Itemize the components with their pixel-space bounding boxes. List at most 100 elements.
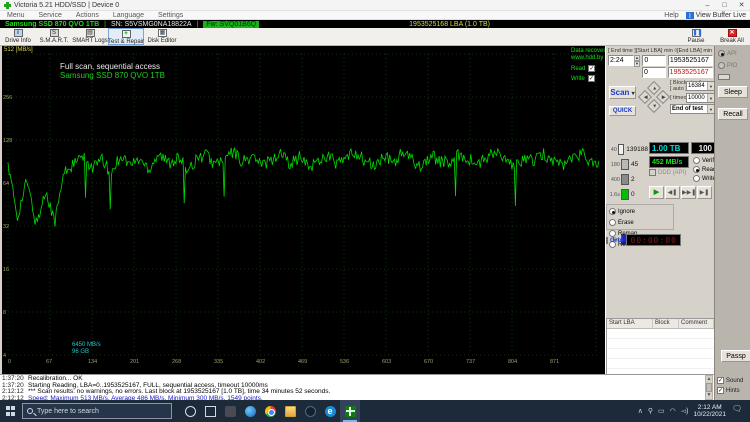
start-button[interactable] [0, 400, 22, 422]
timeout-select[interactable]: 10000 ▼ [686, 93, 715, 103]
start-lba-input[interactable]: 0 [642, 55, 666, 66]
smart-logs-button[interactable]: ▤ SMART Logs [72, 28, 108, 45]
victoria-taskbar-icon[interactable] [340, 400, 360, 422]
end-time-spinner[interactable]: ▲ ▼ [633, 55, 641, 67]
break-all-button[interactable]: ✕ Break All [714, 28, 750, 45]
end-action-select[interactable]: End of test ▼ [670, 104, 715, 114]
erase-radio[interactable] [609, 219, 616, 226]
verify-radio[interactable] [693, 157, 700, 164]
minimize-button[interactable]: – [699, 0, 716, 11]
skip-forward-button[interactable]: ▶▶❚ [681, 186, 696, 199]
read-radio[interactable] [693, 166, 700, 173]
read-checkbox-row[interactable]: Read [571, 65, 604, 72]
chrome-taskbar-icon[interactable] [260, 400, 280, 422]
app-taskbar-icon[interactable] [220, 400, 240, 422]
svg-text:32: 32 [3, 224, 9, 230]
write-radio[interactable] [693, 175, 700, 182]
menu-help[interactable]: Help [657, 12, 685, 19]
ignore-radio[interactable] [609, 208, 616, 215]
api-radio[interactable] [718, 50, 725, 57]
menu-item-actions[interactable]: Actions [69, 12, 106, 19]
edge-sphere-taskbar-icon[interactable] [240, 400, 260, 422]
lba-jump-pad: ▲ ◀ ▶ ▼ [637, 80, 671, 114]
action-radio-ignore[interactable]: Ignore [609, 206, 642, 217]
start-lba-current[interactable]: 0 [642, 67, 666, 78]
block-size-select[interactable]: 16384 ▼ [686, 81, 715, 91]
menu-item-service[interactable]: Service [32, 12, 69, 19]
pause-button[interactable]: ❚❚ Pause [678, 28, 714, 45]
end-lba-input[interactable]: 1953525167 [667, 55, 713, 66]
legend-block-icon [621, 189, 629, 200]
disk-editor-button[interactable]: ▦ Disk Editor [144, 28, 180, 45]
ddd-api-checkbox[interactable] [649, 169, 656, 176]
recall-button[interactable]: Recall [718, 108, 748, 120]
legend-block-icon [617, 144, 625, 155]
action-radio-erase[interactable]: Erase [609, 217, 642, 228]
hddby-link[interactable]: www.hdd.by [571, 55, 604, 62]
play-button[interactable]: ▶ [649, 186, 664, 199]
sound-checkbox-row[interactable]: Sound [717, 377, 743, 384]
column-header-block[interactable]: Block [653, 319, 679, 328]
event-log[interactable]: 1:37:20 Recalibration... OK 1:37:20 Startin… [0, 374, 714, 401]
sound-checkbox[interactable] [717, 377, 724, 384]
column-header-start-lba[interactable]: Start LBA [607, 319, 653, 328]
windows-logo-icon [6, 406, 16, 416]
menu-item-language[interactable]: Language [106, 12, 151, 19]
grid-checkbox[interactable] [606, 236, 608, 244]
pio-radio-row[interactable]: PIO [715, 61, 750, 70]
svg-text:134: 134 [88, 359, 97, 365]
step-back-button[interactable]: ◀❚ [665, 186, 680, 199]
end-lba-current[interactable]: 1953525167 [667, 67, 713, 78]
taskview-taskbar-icon[interactable] [200, 400, 220, 422]
drive-info-button[interactable]: i Drive Info [0, 28, 36, 45]
api-radio-row[interactable]: API [715, 49, 750, 58]
explorer-taskbar-icon[interactable] [280, 400, 300, 422]
read-checkbox[interactable] [588, 65, 596, 72]
network-icon[interactable]: ◠ [670, 407, 676, 415]
write-checkbox[interactable] [587, 75, 595, 82]
scroll-down-icon[interactable]: ▼ [706, 392, 712, 399]
battery-icon[interactable]: ▭ [658, 407, 665, 415]
svg-text:603: 603 [382, 359, 391, 365]
disk-icon: ▦ [157, 29, 167, 37]
column-header-comment[interactable]: Comment [679, 319, 714, 328]
menu-item-settings[interactable]: Settings [151, 12, 190, 19]
chevron-down-icon: ▼ [707, 82, 714, 90]
scan-button[interactable]: Scan ▾ [609, 86, 636, 99]
legend-count: 45 [631, 161, 639, 168]
scroll-up-icon[interactable]: ▲ [706, 376, 712, 383]
maximize-button[interactable]: □ [716, 0, 733, 11]
view-buffer-live-toggle[interactable]: View Buffer Live [685, 11, 750, 19]
passp-button[interactable]: Passp [721, 350, 750, 362]
tray-pin-icon[interactable]: ⚲ [648, 407, 653, 415]
scroll-thumb[interactable] [706, 383, 712, 392]
notification-center-icon[interactable]: 🗨 [732, 404, 746, 418]
hints-checkbox-row[interactable]: Hints [717, 387, 743, 394]
quick-button[interactable]: QUICK [609, 106, 636, 116]
s-m-a-r-t--button[interactable]: S S.M.A.R.T. [36, 28, 72, 45]
volume-icon[interactable]: ◅) [681, 407, 689, 415]
drive-firmware: Fw: SVQ01B6Q [203, 20, 260, 28]
pio-radio[interactable] [718, 62, 725, 69]
cortana-taskbar-icon[interactable] [180, 400, 200, 422]
chevron-down-icon: ▼ [707, 94, 714, 102]
hints-checkbox[interactable] [717, 387, 724, 394]
taskbar-search-input[interactable]: Type here to search [22, 403, 172, 419]
skip-end-button[interactable]: ▶❚ [697, 186, 712, 199]
table-row [607, 339, 714, 349]
block-size-auto-checkbox[interactable]: [ auto ] ☑ [670, 86, 693, 92]
steam-taskbar-icon[interactable] [300, 400, 320, 422]
test-repair-button[interactable]: + Test & Repair [108, 28, 144, 45]
write-checkbox-row[interactable]: Write [571, 75, 604, 82]
taskbar-clock[interactable]: 2:12 AM 10/22/2021 [693, 404, 726, 418]
start-lba-label: [Start LBA] min ◊ [635, 48, 678, 54]
log-scrollbar[interactable]: ▲ ▼ [705, 375, 713, 400]
edge-e-taskbar-icon[interactable]: e [320, 400, 340, 422]
sleep-button[interactable]: Sleep [718, 86, 748, 98]
victoria-icon [344, 405, 356, 417]
menu-item-menu[interactable]: Menu [0, 12, 32, 19]
tray-expand-icon[interactable]: ∧ [638, 407, 643, 415]
cursor-readout: 6450 MB/s 96 GB [72, 342, 101, 355]
close-button[interactable]: ✕ [733, 0, 750, 11]
end-time-field[interactable]: 2:24 [608, 55, 634, 66]
